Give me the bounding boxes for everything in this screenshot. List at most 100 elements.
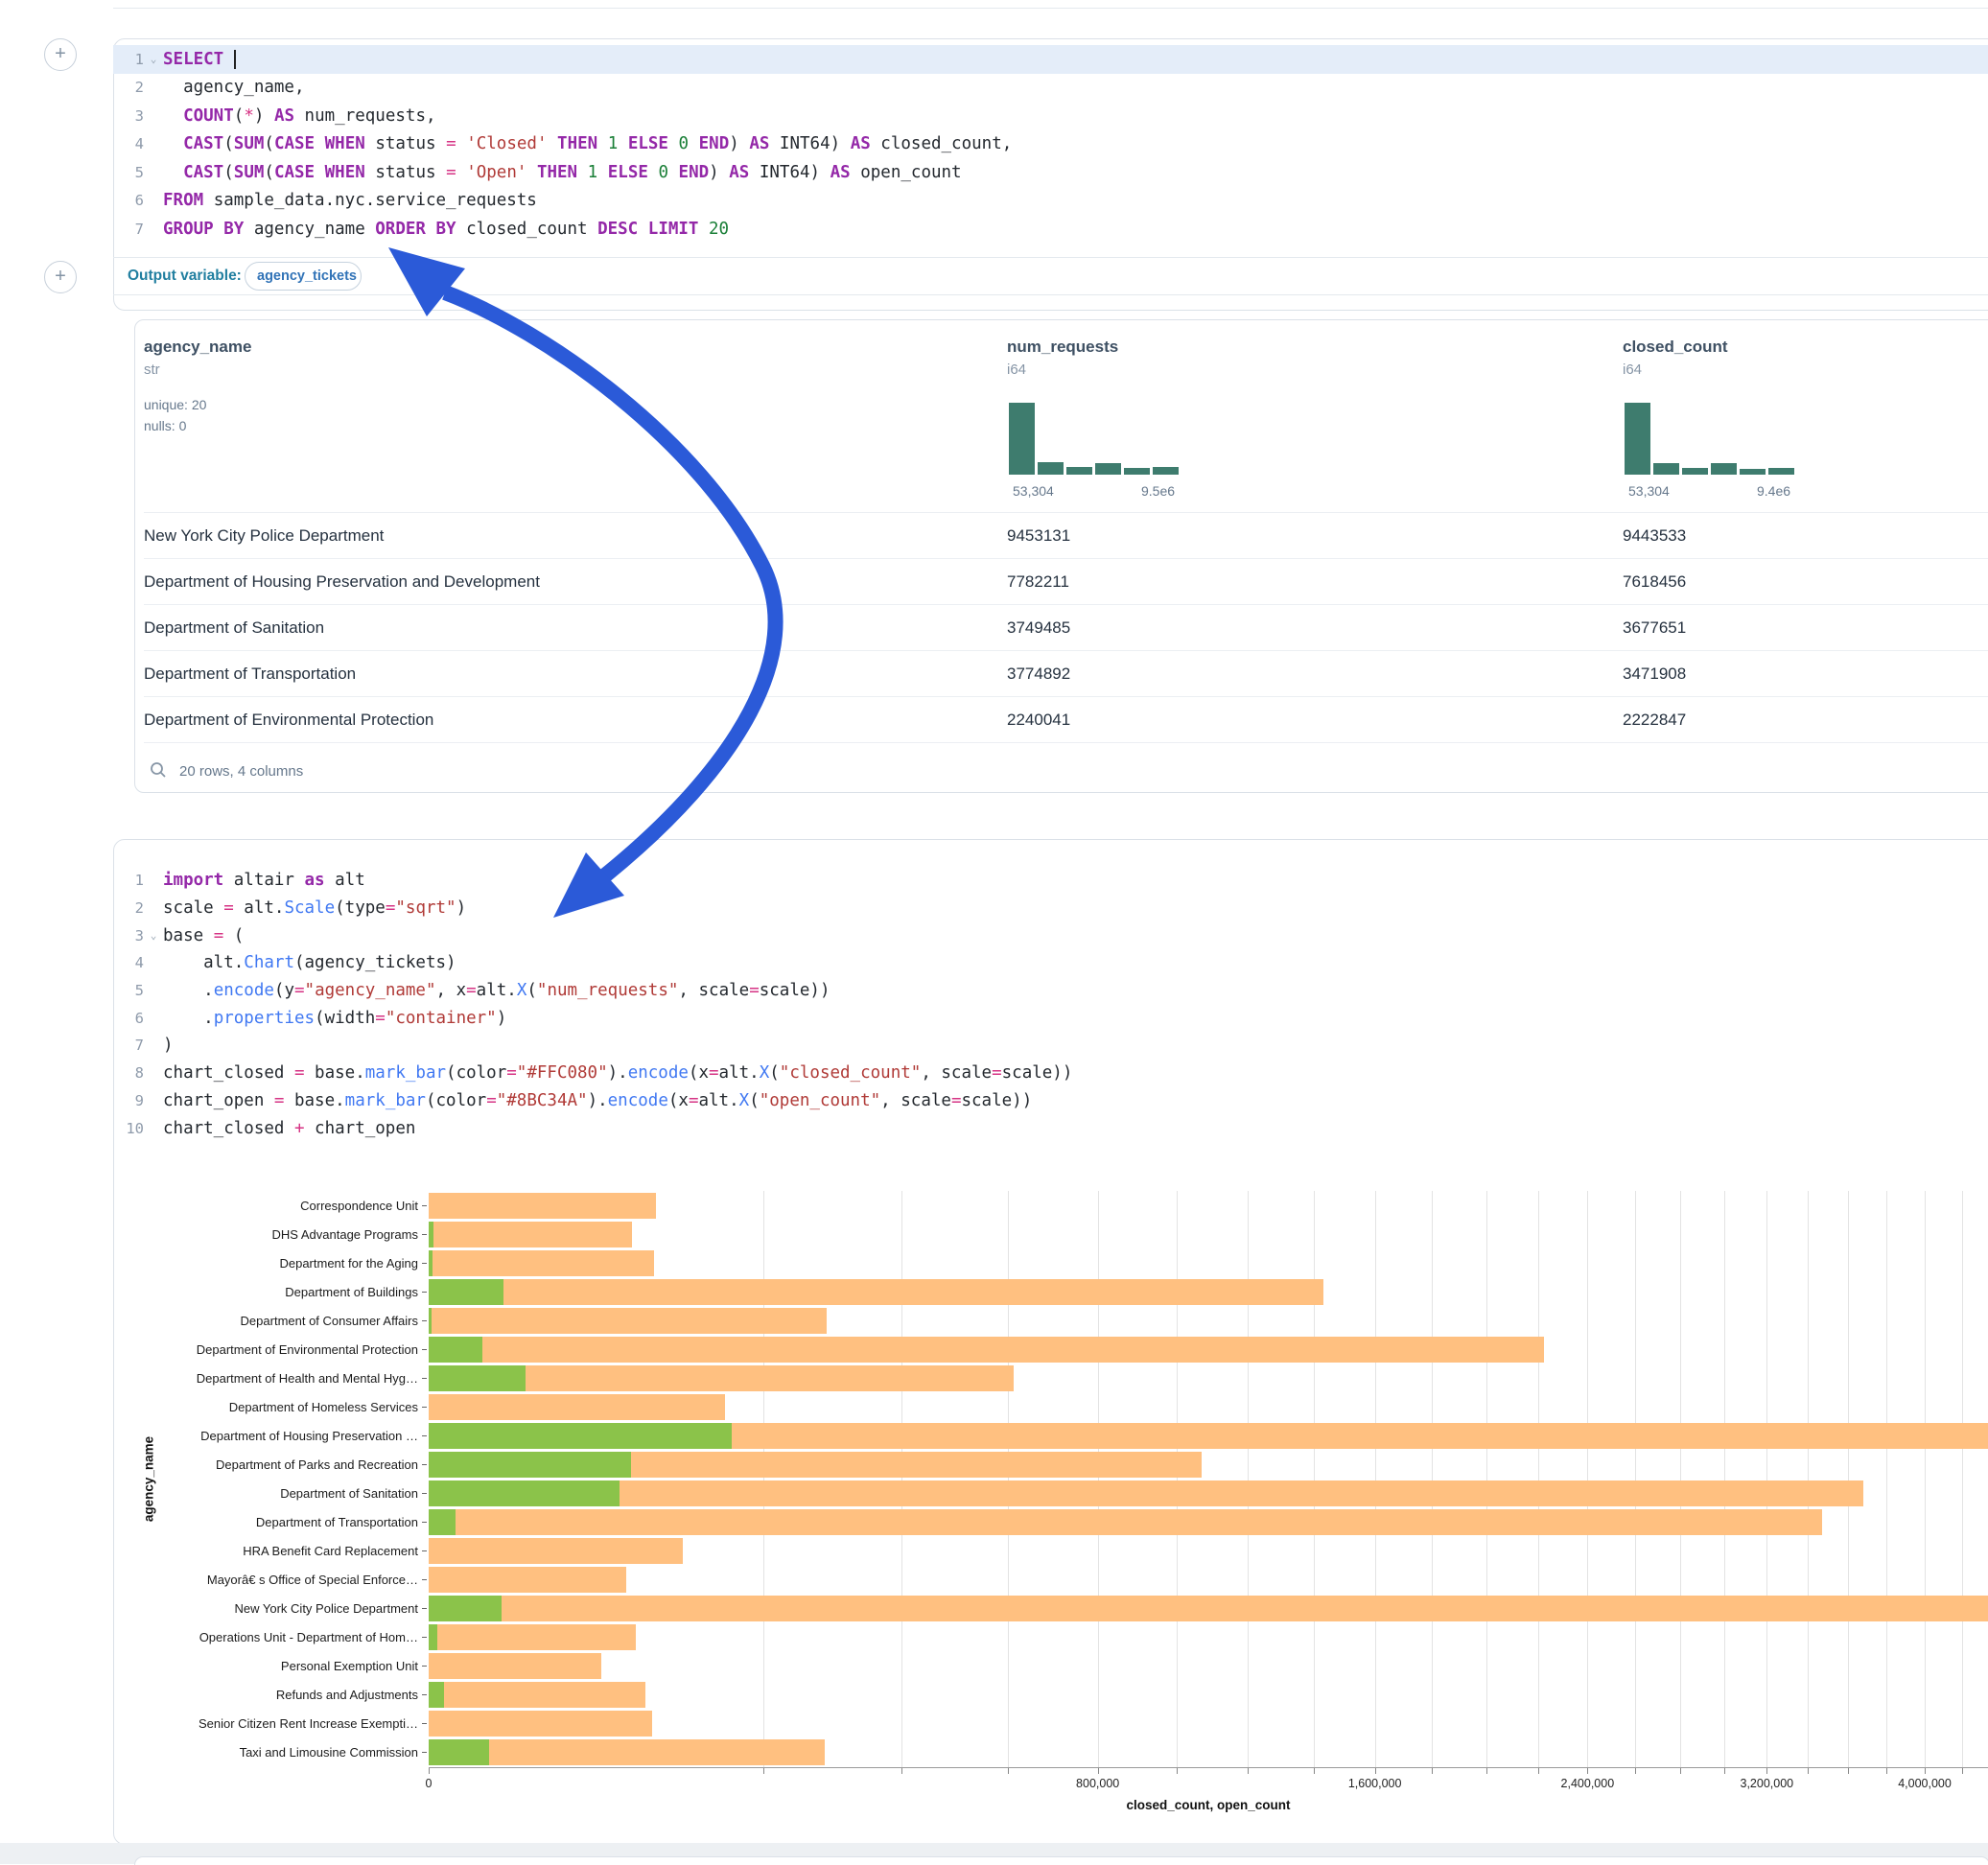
chart-x-tick — [1962, 1768, 1963, 1774]
bar-open-count — [429, 1337, 482, 1363]
chart-gridline — [1680, 1191, 1681, 1767]
bar-open-count — [429, 1365, 526, 1391]
chart-y-label: Department for the Aging — [134, 1256, 418, 1271]
bar-closed-count — [429, 1480, 1863, 1506]
chart-x-tick — [1008, 1768, 1009, 1774]
chart-x-tick — [1808, 1768, 1809, 1774]
chart-y-label: Department of Buildings — [134, 1285, 418, 1299]
chart-y-tick — [422, 1666, 427, 1667]
chart-y-label: Department of Housing Preservation … — [134, 1429, 418, 1443]
chart-y-label: Department of Environmental Protection — [134, 1342, 418, 1357]
bar-closed-count — [429, 1222, 632, 1247]
chart-x-tick-label: 1,600,000 — [1348, 1777, 1402, 1790]
bar-open-count — [429, 1509, 456, 1535]
chart-y-tick — [422, 1234, 427, 1235]
chart-y-label: Personal Exemption Unit — [134, 1659, 418, 1673]
chart-y-tick — [422, 1550, 427, 1551]
chart-y-tick — [422, 1522, 427, 1523]
bar-closed-count — [429, 1394, 725, 1420]
chart-x-tick-label: 0 — [426, 1777, 433, 1790]
bar-open-count — [429, 1452, 631, 1478]
bar-closed-count — [429, 1624, 636, 1650]
chart-gridline — [1375, 1191, 1376, 1767]
chart-gridline — [763, 1191, 764, 1767]
chart-y-label: HRA Benefit Card Replacement — [134, 1544, 418, 1558]
chart-gridline — [1098, 1191, 1099, 1767]
chart-x-tick-label: 4,000,000 — [1898, 1777, 1952, 1790]
chart-y-tick — [422, 1723, 427, 1724]
chart-x-tick — [429, 1768, 430, 1774]
chart-y-label: New York City Police Department — [134, 1601, 418, 1616]
chart-y-label: Correspondence Unit — [134, 1199, 418, 1213]
chart-x-tick — [1314, 1768, 1315, 1774]
chart-gridline — [1766, 1191, 1767, 1767]
chart-x-axis-line — [429, 1767, 1988, 1768]
bar-closed-count — [429, 1279, 1323, 1305]
chart-gridline — [1724, 1191, 1725, 1767]
chart-y-tick — [422, 1464, 427, 1465]
chart-gridline — [1635, 1191, 1636, 1767]
chart-y-label: Department of Homeless Services — [134, 1400, 418, 1414]
chart-x-tick-label: 2,400,000 — [1561, 1777, 1615, 1790]
chart-x-tick — [763, 1768, 764, 1774]
bar-closed-count — [429, 1250, 654, 1276]
chart-y-label: Mayorâ€ s Office of Special Enforce… — [134, 1573, 418, 1587]
chart-x-tick — [1587, 1768, 1588, 1774]
chart-x-tick — [1248, 1768, 1249, 1774]
bar-closed-count — [429, 1711, 652, 1737]
bar-open-count — [429, 1480, 620, 1506]
chart-x-tick — [901, 1768, 902, 1774]
chart-x-tick — [1635, 1768, 1636, 1774]
chart-y-tick — [422, 1407, 427, 1408]
chart-x-tick — [1724, 1768, 1725, 1774]
bar-open-count — [429, 1222, 433, 1247]
chart-y-tick — [422, 1637, 427, 1638]
bar-closed-count — [429, 1653, 601, 1679]
chart-y-label: Department of Transportation — [134, 1515, 418, 1529]
chart-x-tick — [1486, 1768, 1487, 1774]
bar-open-count — [429, 1739, 489, 1765]
bar-open-count — [429, 1624, 437, 1650]
chart-y-tick — [422, 1435, 427, 1436]
chart-gridline — [1886, 1191, 1887, 1767]
chart-y-label: Department of Sanitation — [134, 1486, 418, 1501]
chart-y-tick — [422, 1263, 427, 1264]
chart-gridline — [1248, 1191, 1249, 1767]
chart-x-tick — [1098, 1768, 1099, 1774]
chart-gridline — [901, 1191, 902, 1767]
chart-y-tick — [422, 1694, 427, 1695]
chart-gridline — [1925, 1191, 1926, 1767]
bar-closed-count — [429, 1193, 656, 1219]
chart-y-tick — [422, 1752, 427, 1753]
altair-chart: Correspondence Unit DHS Advantage Program… — [0, 0, 1988, 1864]
chart-x-tick — [1538, 1768, 1539, 1774]
chart-y-tick — [422, 1349, 427, 1350]
chart-x-tick — [1925, 1768, 1926, 1774]
chart-gridline — [1314, 1191, 1315, 1767]
chart-x-tick-label: 800,000 — [1076, 1777, 1119, 1790]
bar-open-count — [429, 1279, 503, 1305]
bar-open-count — [429, 1308, 432, 1334]
notebook-page: { "sql_cell": { "output_label": "Output … — [0, 0, 1988, 1864]
bar-closed-count — [429, 1682, 645, 1708]
chart-gridline — [1486, 1191, 1487, 1767]
bar-closed-count — [429, 1596, 1988, 1621]
bar-open-count — [429, 1250, 433, 1276]
chart-y-tick — [422, 1378, 427, 1379]
bar-closed-count — [429, 1567, 626, 1593]
bar-open-count — [429, 1596, 502, 1621]
chart-y-axis-title: agency_name — [142, 1427, 156, 1532]
bar-open-count — [429, 1682, 444, 1708]
chart-gridline — [1808, 1191, 1809, 1767]
chart-y-label: DHS Advantage Programs — [134, 1227, 418, 1242]
chart-x-tick — [1680, 1768, 1681, 1774]
chart-x-tick — [1766, 1768, 1767, 1774]
chart-y-label: Department of Consumer Affairs — [134, 1314, 418, 1328]
chart-gridline — [1962, 1191, 1963, 1767]
chart-x-tick-label: 3,200,000 — [1740, 1777, 1793, 1790]
chart-y-tick — [422, 1320, 427, 1321]
chart-gridline — [1848, 1191, 1849, 1767]
chart-gridline — [1432, 1191, 1433, 1767]
chart-x-tick — [1432, 1768, 1433, 1774]
chart-y-label: Taxi and Limousine Commission — [134, 1745, 418, 1760]
